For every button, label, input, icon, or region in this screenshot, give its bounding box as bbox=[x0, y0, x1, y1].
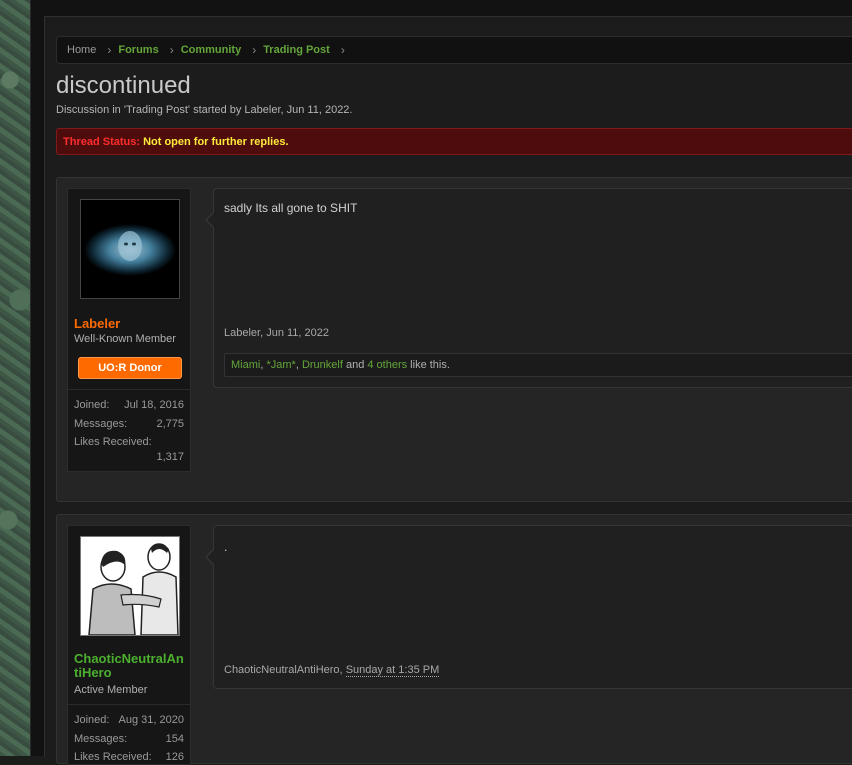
message-meta: ChaoticNeutralAntiHero, Sunday at 1:35 P… bbox=[224, 664, 440, 677]
message-date[interactable]: Sunday at 1:35 PM bbox=[345, 664, 440, 677]
card-divider bbox=[68, 389, 190, 390]
like-and: and bbox=[342, 359, 368, 371]
breadcrumb: Home › Forums › Community › Trading Post… bbox=[56, 36, 852, 64]
breadcrumb-separator: › bbox=[107, 43, 112, 57]
stat-messages: Messages: 2,775 bbox=[74, 418, 184, 430]
user-card: Labeler Well-Known Member UO:R Donor Joi… bbox=[67, 188, 191, 472]
stat-messages-label: Messages: bbox=[74, 418, 128, 430]
stat-messages: Messages: 154 bbox=[74, 733, 184, 745]
stat-joined: Joined: Jul 18, 2016 bbox=[74, 399, 184, 411]
avatar-image bbox=[81, 200, 179, 298]
stat-likes-value: 126 bbox=[165, 751, 184, 763]
thread-status-bar: Thread Status: Not open for further repl… bbox=[56, 128, 852, 155]
message-date[interactable]: Jun 11, 2022 bbox=[266, 327, 329, 339]
stat-likes-label: Likes Received: bbox=[74, 751, 152, 763]
background-map bbox=[0, 0, 30, 756]
post: Labeler Well-Known Member UO:R Donor Joi… bbox=[56, 177, 852, 502]
like-user-link[interactable]: Drunkelf bbox=[302, 359, 343, 371]
likes-summary: Miami, *Jam*, Drunkelf and 4 others like… bbox=[224, 353, 852, 377]
stat-joined-value: Jul 18, 2016 bbox=[124, 399, 184, 411]
card-divider bbox=[68, 704, 190, 705]
thread-status-value: Not open for further replies. bbox=[143, 136, 289, 148]
stat-joined-label: Joined: bbox=[74, 399, 110, 411]
like-user-link[interactable]: *Jam* bbox=[266, 359, 295, 371]
stat-likes-label: Likes Received: bbox=[74, 436, 152, 448]
page-title: discontinued bbox=[56, 72, 191, 99]
thread-description: Discussion in 'Trading Post' started by … bbox=[56, 104, 353, 116]
message-text: . bbox=[224, 540, 228, 554]
breadcrumb-forums[interactable]: Forums bbox=[118, 37, 158, 63]
breadcrumb-community[interactable]: Community bbox=[181, 37, 242, 63]
donor-badge: UO:R Donor bbox=[78, 357, 182, 379]
message-meta: Labeler, Jun 11, 2022 bbox=[224, 327, 329, 339]
breadcrumb-home[interactable]: Home bbox=[57, 37, 96, 63]
user-card: ChaoticNeutralAntiHero Active Member Joi… bbox=[67, 525, 191, 765]
stat-joined-label: Joined: bbox=[74, 714, 110, 726]
stat-messages-value[interactable]: 154 bbox=[166, 733, 184, 745]
breadcrumb-trading-post[interactable]: Trading Post bbox=[263, 37, 330, 63]
avatar[interactable] bbox=[80, 536, 180, 636]
username[interactable]: Labeler bbox=[74, 317, 188, 331]
like-others-link[interactable]: 4 others bbox=[367, 359, 407, 371]
breadcrumb-separator: › bbox=[169, 43, 174, 57]
stat-messages-value[interactable]: 2,775 bbox=[156, 418, 184, 430]
breadcrumb-separator: › bbox=[340, 43, 345, 57]
stat-likes-value: 1,317 bbox=[156, 451, 184, 463]
user-title: Active Member bbox=[74, 684, 148, 696]
message-text: sadly Its all gone to SHIT bbox=[224, 201, 358, 215]
user-title: Well-Known Member bbox=[74, 333, 176, 345]
avatar[interactable] bbox=[80, 199, 180, 299]
message-author[interactable]: ChaoticNeutralAntiHero, bbox=[224, 664, 343, 676]
message-author[interactable]: Labeler, bbox=[224, 327, 263, 339]
like-suffix: like this. bbox=[407, 359, 450, 371]
message-body: . ChaoticNeutralAntiHero, Sunday at 1:35… bbox=[205, 525, 852, 689]
stat-joined-value: Aug 31, 2020 bbox=[118, 714, 184, 726]
thread-status-label: Thread Status: bbox=[63, 136, 141, 148]
stat-likes: Likes Received: 1,317 bbox=[74, 436, 184, 463]
avatar-image bbox=[81, 537, 179, 635]
username[interactable]: ChaoticNeutralAntiHero bbox=[74, 652, 188, 680]
message-body: sadly Its all gone to SHIT Labeler, Jun … bbox=[205, 188, 852, 388]
stat-joined: Joined: Aug 31, 2020 bbox=[74, 714, 184, 726]
stat-messages-label: Messages: bbox=[74, 733, 128, 745]
post: ChaoticNeutralAntiHero Active Member Joi… bbox=[56, 514, 852, 765]
breadcrumb-separator: › bbox=[252, 43, 257, 57]
stat-likes: Likes Received: 126 bbox=[74, 751, 184, 763]
like-user-link[interactable]: Miami bbox=[231, 359, 260, 371]
